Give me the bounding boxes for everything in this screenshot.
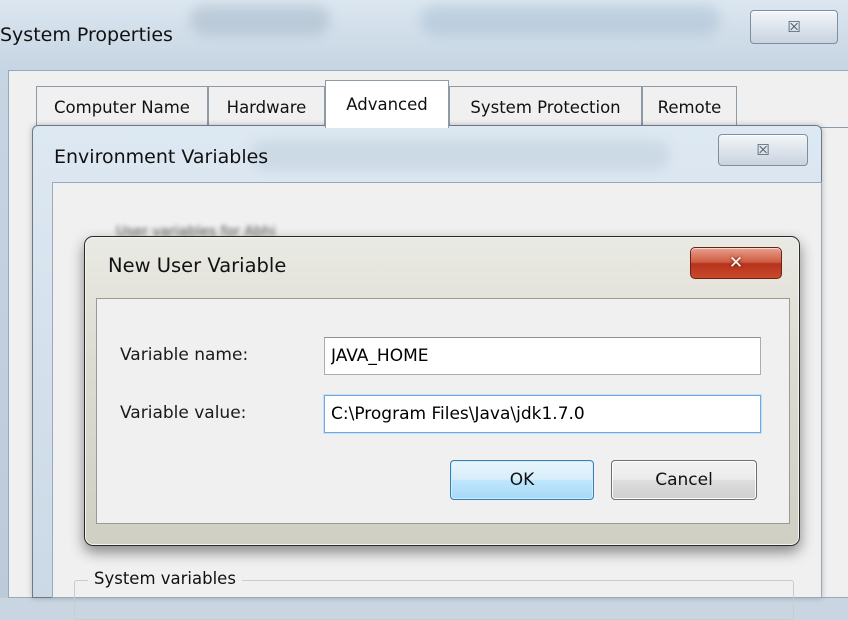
tab-remote[interactable]: Remote	[642, 86, 737, 128]
background-blur	[250, 140, 670, 170]
tab-computer-name[interactable]: Computer Name	[36, 86, 208, 128]
close-icon: ☒	[756, 141, 770, 159]
close-button[interactable]: ✕	[690, 247, 782, 279]
system-variables-label: System variables	[88, 569, 242, 588]
background-blur	[420, 6, 720, 36]
window-title: System Properties	[0, 24, 173, 46]
tab-advanced[interactable]: Advanced	[325, 80, 449, 128]
tab-label: Remote	[657, 98, 722, 117]
variable-value-label: Variable value:	[120, 403, 247, 423]
variable-name-input[interactable]	[324, 337, 761, 375]
tab-label: Advanced	[346, 95, 428, 114]
window-title: Environment Variables	[54, 146, 269, 168]
tab-label: Computer Name	[54, 98, 190, 117]
close-button[interactable]: ☒	[718, 134, 808, 166]
background-blur	[190, 6, 330, 36]
close-icon: ✕	[728, 253, 744, 273]
tab-label: System Protection	[470, 98, 621, 117]
tab-label: Hardware	[226, 98, 307, 117]
variable-name-label: Variable name:	[120, 345, 249, 365]
cancel-button[interactable]: Cancel	[611, 460, 757, 500]
close-icon: ☒	[787, 18, 801, 36]
variable-value-input[interactable]	[324, 395, 761, 433]
tab-system-protection[interactable]: System Protection	[449, 86, 642, 128]
dialog-title: New User Variable	[108, 254, 287, 277]
close-button[interactable]: ☒	[750, 10, 838, 44]
ok-button[interactable]: OK	[450, 460, 594, 500]
tab-hardware[interactable]: Hardware	[208, 86, 325, 128]
